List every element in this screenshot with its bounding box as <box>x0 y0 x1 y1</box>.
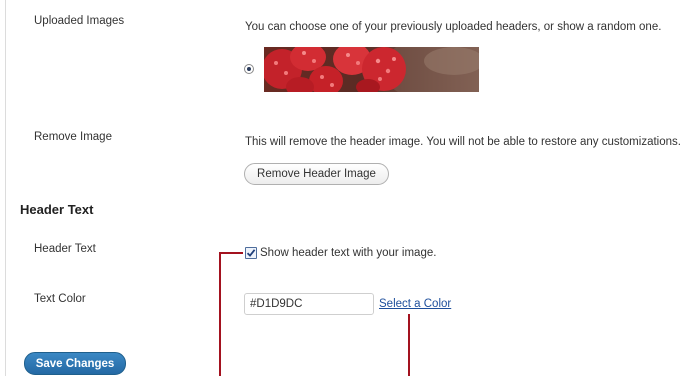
text-color-label: Text Color <box>34 293 86 305</box>
save-changes-button[interactable]: Save Changes <box>24 352 126 375</box>
uploaded-header-thumbnail[interactable] <box>264 47 479 92</box>
header-text-label: Header Text <box>34 243 96 255</box>
text-color-input[interactable] <box>244 293 374 315</box>
show-header-text-label[interactable]: Show header text with your image. <box>260 247 436 259</box>
uploaded-images-description: You can choose one of your previously up… <box>245 21 662 33</box>
checkmark-icon <box>246 249 256 257</box>
raspberry-image <box>264 47 479 92</box>
remove-image-description: This will remove the header image. You w… <box>245 136 681 148</box>
custom-header-panel: Uploaded Images You can choose one of yo… <box>0 0 699 376</box>
uploaded-header-radio[interactable] <box>244 64 254 74</box>
remove-header-image-button[interactable]: Remove Header Image <box>244 163 389 185</box>
remove-image-label: Remove Image <box>34 131 112 143</box>
select-color-link[interactable]: Select a Color <box>379 298 451 310</box>
show-header-text-checkbox[interactable] <box>245 247 257 259</box>
callout-line-checkbox <box>219 252 243 254</box>
callout-line-color-link <box>408 314 410 376</box>
uploaded-images-label: Uploaded Images <box>34 15 125 27</box>
left-border <box>5 0 6 376</box>
callout-line-checkbox-vertical <box>219 252 221 376</box>
header-text-section-title: Header Text <box>20 202 94 217</box>
